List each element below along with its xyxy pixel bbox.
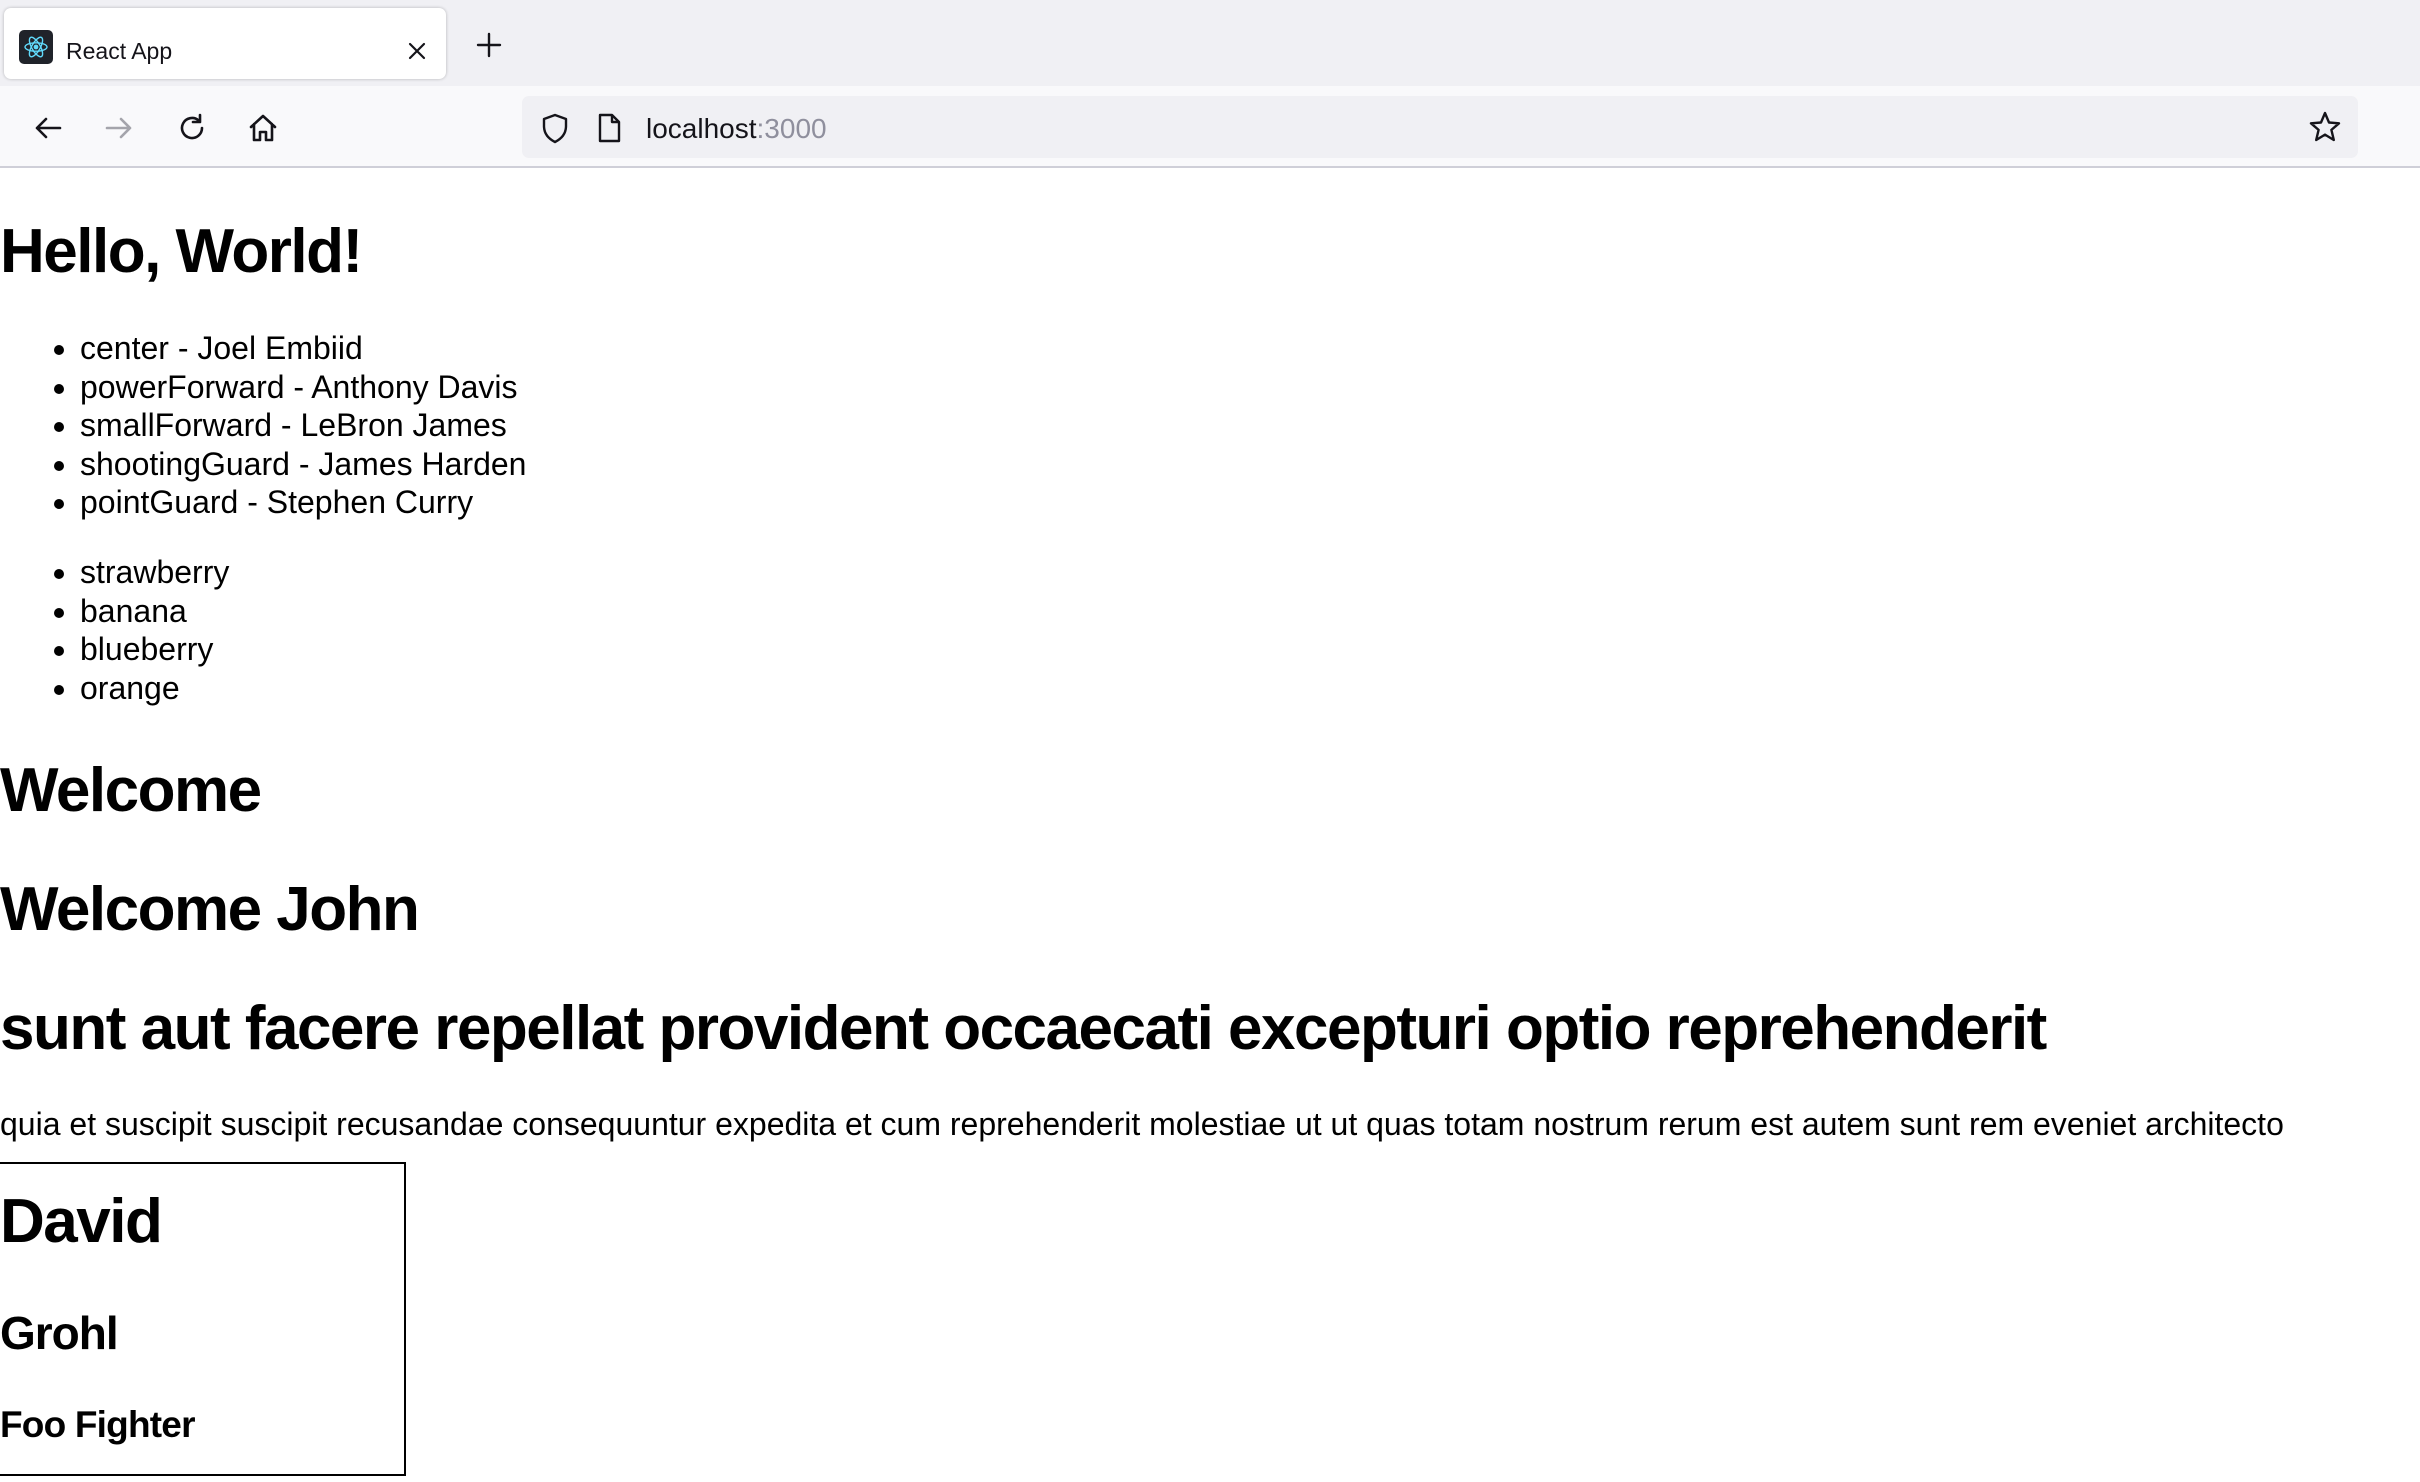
- shield-icon[interactable]: [538, 111, 572, 145]
- welcome-heading: Welcome: [0, 756, 262, 825]
- list-item: banana: [80, 592, 229, 631]
- url-bar[interactable]: localhost:3000: [522, 96, 2358, 158]
- list-item: strawberry: [80, 553, 229, 592]
- list-item: pointGuard - Stephen Curry: [80, 483, 526, 522]
- post-body: quia et suscipit suscipit recusandae con…: [0, 1106, 2284, 1142]
- page-icon[interactable]: [592, 111, 626, 145]
- list-item: orange: [80, 669, 229, 708]
- tab-strip: React App: [0, 0, 2420, 86]
- card-last-name: Grohl: [0, 1307, 119, 1359]
- list-item: blueberry: [80, 630, 229, 669]
- list-item: smallForward - LeBron James: [80, 406, 526, 445]
- players-list: center - Joel Embiid powerForward - Anth…: [0, 329, 526, 522]
- list-item: powerForward - Anthony Davis: [80, 368, 526, 407]
- browser-tab[interactable]: React App: [4, 8, 446, 79]
- profile-card: David Grohl Foo Fighter: [0, 1162, 406, 1476]
- star-icon[interactable]: [2306, 108, 2344, 146]
- welcome-user-heading: Welcome John: [0, 875, 420, 944]
- react-logo-icon: [19, 30, 53, 64]
- fruits-list: strawberry banana blueberry orange: [0, 553, 229, 707]
- reload-icon[interactable]: [170, 106, 214, 150]
- tab-title: React App: [66, 38, 173, 64]
- arrow-left-icon[interactable]: [26, 106, 70, 150]
- page-title: Hello, World!: [0, 217, 363, 286]
- list-item: center - Joel Embiid: [80, 329, 526, 368]
- plus-icon[interactable]: [470, 26, 508, 64]
- close-icon[interactable]: [400, 34, 434, 68]
- home-icon[interactable]: [241, 106, 285, 150]
- url-text[interactable]: localhost:3000: [646, 113, 827, 145]
- url-port: :3000: [756, 113, 827, 144]
- card-first-name: David: [0, 1187, 163, 1256]
- post-title: sunt aut facere repellat provident occae…: [0, 994, 2047, 1063]
- url-host: localhost: [646, 113, 757, 144]
- arrow-right-icon[interactable]: [97, 106, 141, 150]
- list-item: shootingGuard - James Harden: [80, 445, 526, 484]
- navigation-toolbar: localhost:3000: [0, 86, 2420, 168]
- card-band: Foo Fighter: [0, 1404, 195, 1445]
